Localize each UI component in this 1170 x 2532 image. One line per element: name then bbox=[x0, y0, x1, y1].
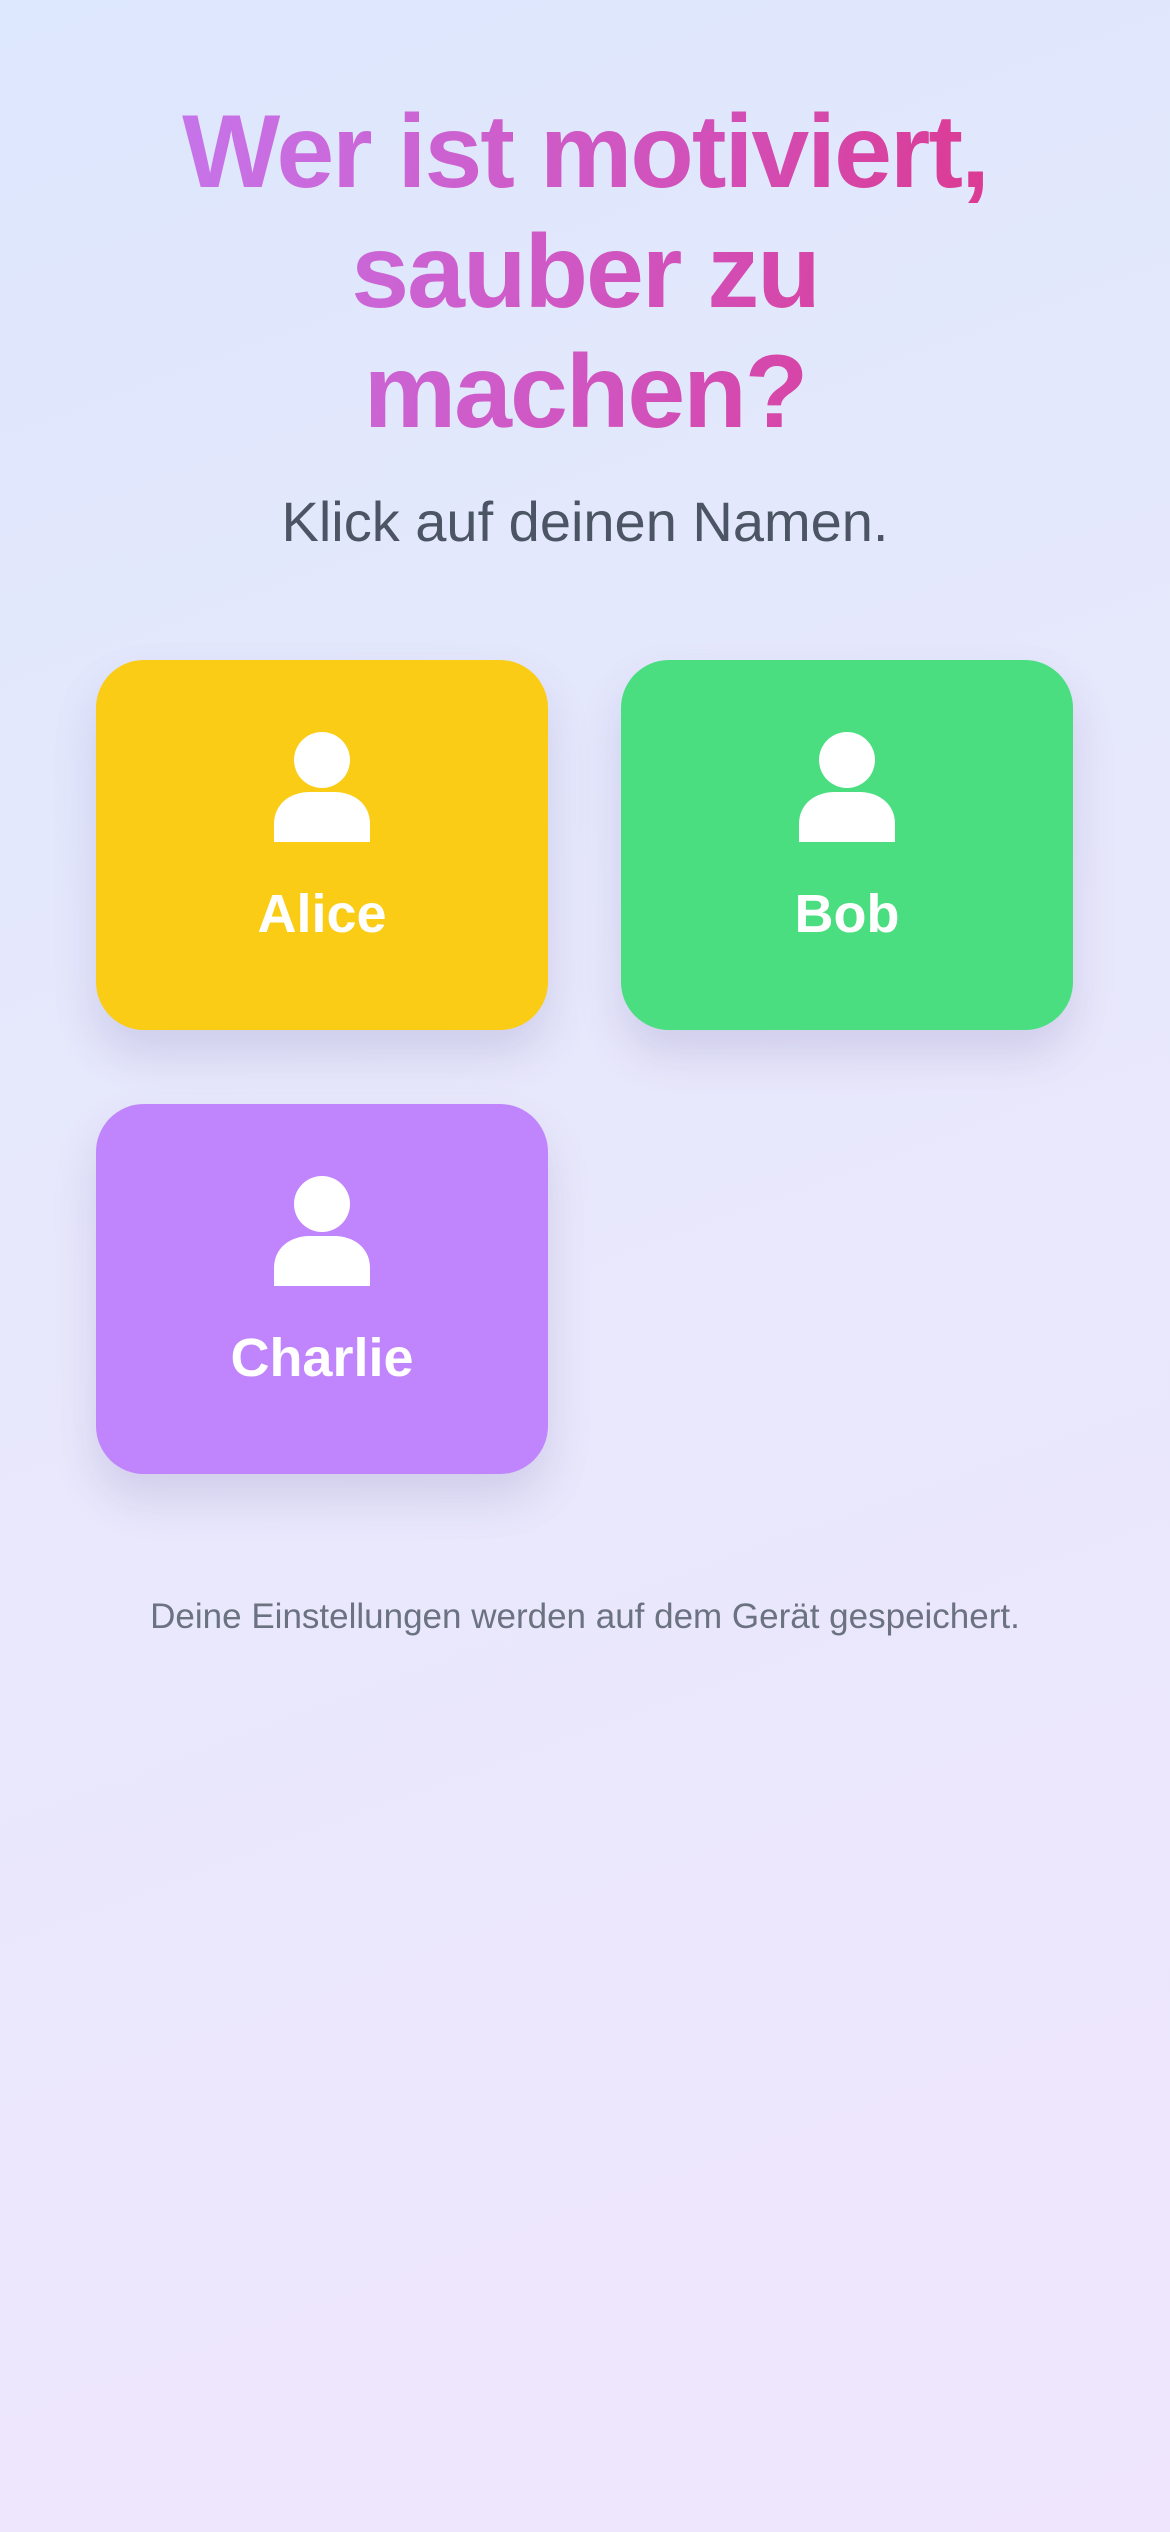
user-icon bbox=[274, 732, 370, 842]
user-icon bbox=[799, 732, 895, 842]
title-line-2: sauber zu bbox=[351, 214, 819, 330]
page-subtitle: Klick auf deinen Namen. bbox=[281, 490, 889, 553]
user-card-name: Alice bbox=[257, 884, 387, 944]
user-card-name: Bob bbox=[794, 884, 900, 944]
user-card-bob[interactable]: Bob bbox=[621, 660, 1073, 1030]
user-icon bbox=[274, 1176, 370, 1286]
user-card-charlie[interactable]: Charlie bbox=[96, 1104, 548, 1474]
user-card-name: Charlie bbox=[230, 1328, 414, 1388]
user-card-alice[interactable]: Alice bbox=[96, 660, 548, 1030]
title-line-3: machen? bbox=[363, 334, 807, 450]
storage-note: Deine Einstellungen werden auf dem Gerät… bbox=[150, 1597, 1020, 1636]
page-title: Wer ist motiviert, sauber zu machen? bbox=[85, 92, 1085, 452]
title-line-1: Wer ist motiviert, bbox=[182, 94, 988, 210]
